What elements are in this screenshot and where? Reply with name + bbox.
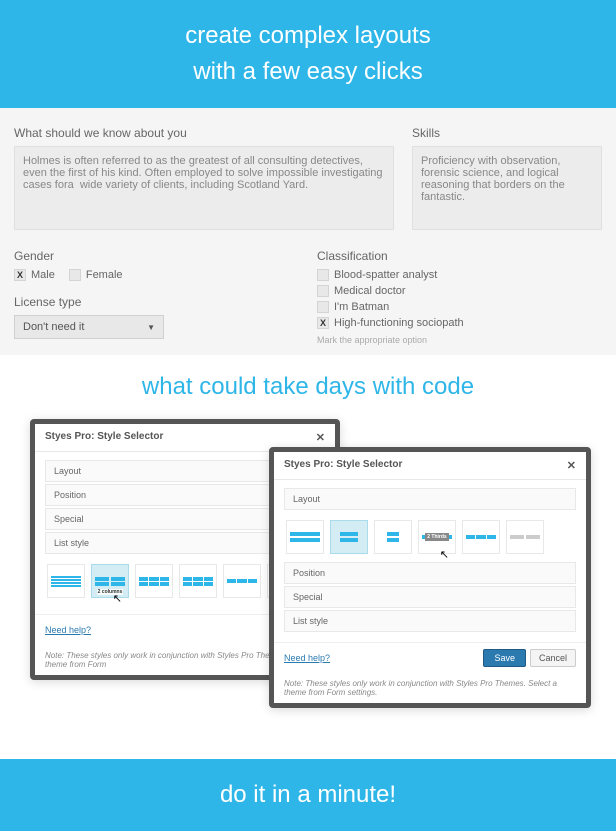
modal-note: Note: These styles only work in conjunct… bbox=[274, 673, 586, 703]
list-style-thumb-2columns[interactable]: 2 columns ↖ bbox=[91, 564, 129, 598]
checkbox-icon bbox=[317, 301, 329, 313]
classification-option-2[interactable]: I'm Batman bbox=[317, 301, 602, 313]
section-layout[interactable]: Layout bbox=[284, 488, 576, 510]
cancel-button[interactable]: Cancel bbox=[530, 649, 576, 667]
skills-textarea[interactable]: Proficiency with observation, forensic s… bbox=[412, 146, 602, 230]
save-button[interactable]: Save bbox=[483, 649, 526, 667]
modal-title: Styes Pro: Style Selector bbox=[45, 431, 163, 444]
checkbox-icon bbox=[317, 285, 329, 297]
classification-option-1[interactable]: Medical doctor bbox=[317, 285, 602, 297]
banner-line1: create complex layouts bbox=[0, 18, 616, 54]
need-help-link[interactable]: Need help? bbox=[284, 653, 330, 663]
chevron-down-icon: ▼ bbox=[147, 323, 155, 332]
list-style-thumb[interactable] bbox=[179, 564, 217, 598]
about-textarea[interactable]: Holmes is often referred to as the great… bbox=[14, 146, 394, 230]
banner-line2: with a few easy clicks bbox=[0, 54, 616, 90]
layout-thumb[interactable] bbox=[506, 520, 544, 554]
classification-label: Classification bbox=[317, 249, 602, 263]
form-preview: What should we know about you Holmes is … bbox=[0, 108, 616, 355]
list-style-thumb[interactable] bbox=[135, 564, 173, 598]
section-position[interactable]: Position bbox=[284, 562, 576, 584]
checkbox-icon bbox=[317, 269, 329, 281]
mid-banner: what could take days with code bbox=[0, 355, 616, 419]
modals-area: Styes Pro: Style Selector ✕ Layout Posit… bbox=[0, 419, 616, 759]
gender-female[interactable]: Female bbox=[69, 269, 123, 281]
layout-thumb-half[interactable] bbox=[330, 520, 368, 554]
close-icon[interactable]: ✕ bbox=[567, 459, 576, 472]
license-select[interactable]: Don't need it ▼ bbox=[14, 315, 164, 339]
section-list-style[interactable]: List style bbox=[284, 610, 576, 632]
license-label: License type bbox=[14, 295, 299, 309]
checkbox-icon bbox=[14, 269, 26, 281]
cursor-icon: ↖ bbox=[440, 548, 449, 561]
style-selector-modal-front: Styes Pro: Style Selector ✕ Layout 2 Thi… bbox=[269, 447, 591, 708]
about-label: What should we know about you bbox=[14, 126, 394, 140]
classification-option-3[interactable]: High-functioning sociopath bbox=[317, 317, 602, 329]
close-icon[interactable]: ✕ bbox=[316, 431, 325, 444]
layout-thumbnails: 2 Thirds ↖ bbox=[284, 512, 576, 562]
skills-label: Skills bbox=[412, 126, 602, 140]
checkbox-icon bbox=[317, 317, 329, 329]
list-style-thumb[interactable] bbox=[223, 564, 261, 598]
checkbox-icon bbox=[69, 269, 81, 281]
layout-thumb[interactable] bbox=[374, 520, 412, 554]
license-value: Don't need it bbox=[23, 321, 84, 333]
bottom-banner: do it in a minute! bbox=[0, 759, 616, 831]
gender-male[interactable]: Male bbox=[14, 269, 55, 281]
gender-label: Gender bbox=[14, 249, 299, 263]
section-special[interactable]: Special bbox=[284, 586, 576, 608]
list-style-thumb[interactable] bbox=[47, 564, 85, 598]
classification-helper: Mark the appropriate option bbox=[317, 335, 602, 345]
classification-option-0[interactable]: Blood-spatter analyst bbox=[317, 269, 602, 281]
cursor-icon: ↖ bbox=[113, 592, 122, 605]
layout-thumb[interactable] bbox=[462, 520, 500, 554]
gender-group: Male Female bbox=[14, 269, 299, 281]
layout-thumb-2thirds[interactable]: 2 Thirds ↖ bbox=[418, 520, 456, 554]
classification-list: Blood-spatter analyst Medical doctor I'm… bbox=[317, 269, 602, 329]
top-banner: create complex layouts with a few easy c… bbox=[0, 0, 616, 108]
modal-title: Styes Pro: Style Selector bbox=[284, 459, 402, 472]
layout-thumb[interactable] bbox=[286, 520, 324, 554]
need-help-link[interactable]: Need help? bbox=[45, 625, 91, 635]
